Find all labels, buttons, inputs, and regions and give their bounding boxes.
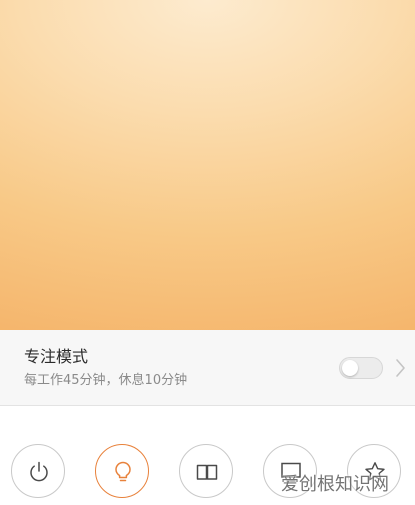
book-icon bbox=[196, 464, 218, 480]
light-mode-button[interactable] bbox=[95, 444, 149, 498]
focus-mode-toggle[interactable] bbox=[339, 357, 383, 379]
watermark-text: 爱创根知识网 bbox=[281, 474, 389, 495]
reading-mode-button[interactable] bbox=[179, 444, 233, 498]
bulb-icon bbox=[115, 461, 131, 482]
focus-mode-description: 每工作45分钟，休息10分钟 bbox=[24, 373, 188, 388]
power-button[interactable] bbox=[11, 444, 65, 498]
chevron-right-icon[interactable] bbox=[395, 358, 407, 378]
lamp-control-screen: 专注模式 每工作45分钟，休息10分钟 爱创根知识网 bbox=[0, 0, 415, 505]
light-color-preview bbox=[0, 0, 415, 330]
focus-mode-title: 专注模式 bbox=[24, 347, 89, 366]
focus-mode-panel[interactable]: 专注模式 每工作45分钟，休息10分钟 bbox=[0, 330, 415, 406]
power-icon bbox=[30, 461, 48, 482]
toggle-knob bbox=[342, 360, 358, 376]
